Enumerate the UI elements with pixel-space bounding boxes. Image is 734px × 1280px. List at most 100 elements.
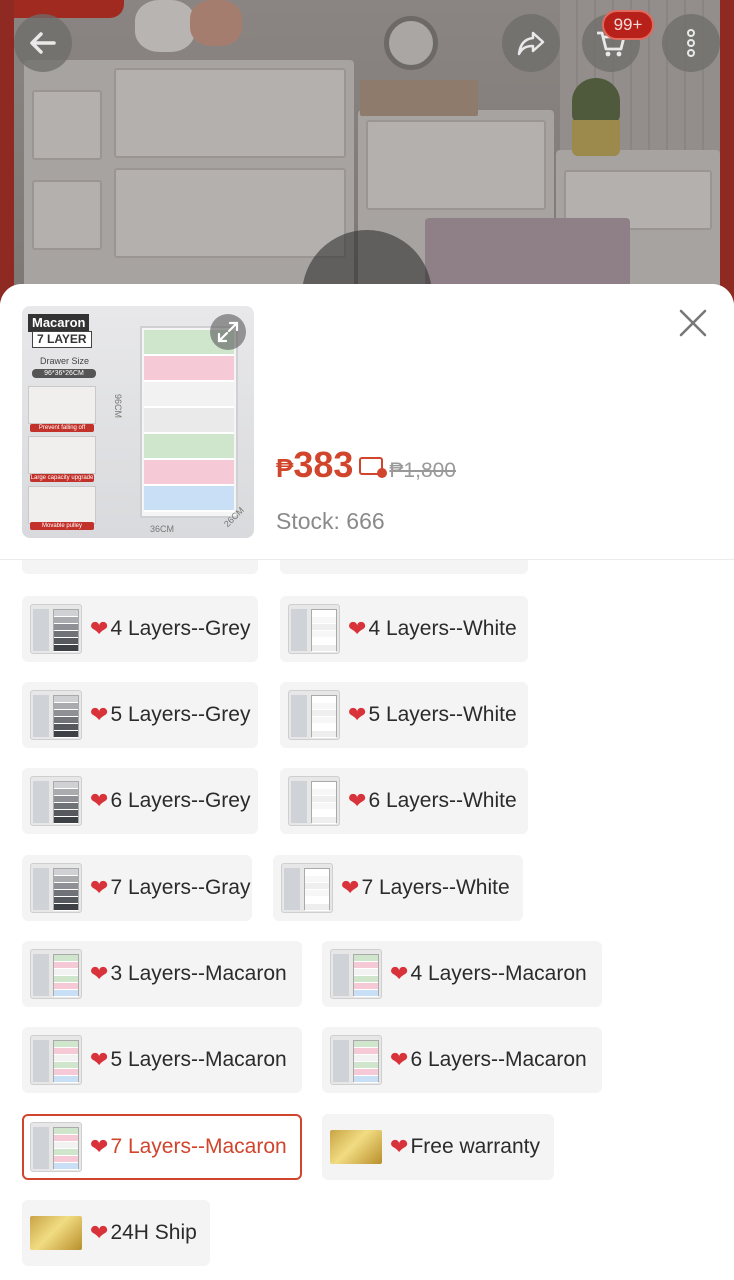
heart-icon: ❤ <box>90 616 109 641</box>
banner-edge-left <box>0 0 14 320</box>
sheet-header: Macaron 7 LAYER Drawer Size 96*36*26CM P… <box>0 284 734 560</box>
option-thumbnail <box>288 776 340 826</box>
heart-icon: ❤ <box>341 875 360 900</box>
stock-count: Stock: 666 <box>276 508 385 534</box>
heart-icon: ❤ <box>348 788 367 813</box>
option-chip[interactable]: ❤ 4 Layers--White <box>280 596 528 662</box>
back-button[interactable] <box>14 14 72 72</box>
heart-icon: ❤ <box>348 616 367 641</box>
option-thumbnail <box>30 949 82 999</box>
option-chip[interactable]: ❤ 3 Layers--Macaron <box>22 941 302 1007</box>
option-thumbnail <box>288 604 340 654</box>
close-button[interactable] <box>676 306 710 340</box>
option-chip[interactable]: ❤ Free warranty <box>322 1114 554 1180</box>
option-label: 5 Layers--Grey <box>110 703 251 726</box>
option-thumbnail <box>281 863 333 913</box>
option-label: 6 Layers--White <box>368 789 517 812</box>
option-label: 3 Layers--Macaron <box>110 962 287 985</box>
more-vertical-icon <box>687 29 695 57</box>
expand-image-button[interactable] <box>210 314 246 350</box>
option-chip[interactable]: ❤ 4 Layers--Grey <box>22 596 258 662</box>
option-label: 4 Layers--Grey <box>110 617 251 640</box>
option-chip[interactable]: ❤ 7 Layers--Gray <box>22 855 252 921</box>
drawer-tower <box>140 326 238 518</box>
plant-pot <box>572 120 620 156</box>
arrow-left-icon <box>30 32 56 54</box>
option-chip[interactable]: ❤ 6 Layers--Macaron <box>322 1027 602 1093</box>
heart-icon: ❤ <box>90 875 109 900</box>
coupon-icon <box>359 457 388 478</box>
option-label: 6 Layers--Grey <box>110 789 251 812</box>
cart-count-badge: 99+ <box>602 10 654 40</box>
feature-image <box>28 486 96 524</box>
plush-toy <box>135 0 195 52</box>
plant <box>572 78 620 124</box>
share-button[interactable] <box>502 14 560 72</box>
variant-selection-sheet: Macaron 7 LAYER Drawer Size 96*36*26CM P… <box>0 284 734 1280</box>
heart-icon: ❤ <box>90 1047 109 1072</box>
heart-icon: ❤ <box>390 1134 409 1159</box>
image-label-layers: 7 LAYER <box>32 331 92 348</box>
option-thumbnail <box>30 690 82 740</box>
option-thumbnail <box>330 1035 382 1085</box>
dimension-width: 36CM <box>150 524 175 534</box>
dimension-height: 96CM <box>113 393 124 419</box>
heart-icon: ❤ <box>390 1047 409 1072</box>
option-thumbnail <box>30 1122 82 1172</box>
heart-icon: ❤ <box>90 788 109 813</box>
heart-icon: ❤ <box>348 702 367 727</box>
feature-tag: Prevent falling off <box>30 424 94 432</box>
option-chip[interactable]: ❤ 7 Layers--Macaron <box>22 1114 302 1180</box>
option-thumbnail <box>30 604 82 654</box>
feature-tag: Large capacity upgrade <box>30 474 94 482</box>
option-chip[interactable]: ❤ 7 Layers--White <box>273 855 523 921</box>
plush-toy <box>190 0 242 46</box>
feature-image <box>28 436 96 474</box>
more-options-button[interactable] <box>662 14 720 72</box>
price-row: ₱ 383 ₱1,800 <box>276 444 456 494</box>
option-thumbnail <box>330 949 382 999</box>
option-chip[interactable]: ❤ 5 Layers--White <box>280 682 528 748</box>
option-label: 7 Layers--Gray <box>110 876 251 899</box>
option-thumbnail <box>30 776 82 826</box>
option-thumbnail <box>288 690 340 740</box>
option-label: 4 Layers--Macaron <box>410 962 587 985</box>
option-thumbnail <box>30 1216 82 1250</box>
option-chip[interactable]: ❤ 4 Layers--Macaron <box>322 941 602 1007</box>
option-thumbnail <box>30 863 82 913</box>
heart-icon: ❤ <box>90 1134 109 1159</box>
option-thumbnail <box>30 1035 82 1085</box>
share-icon <box>517 31 545 56</box>
option-label: 5 Layers--White <box>368 703 517 726</box>
feature-tag: Movable pulley <box>30 522 94 530</box>
heart-icon: ❤ <box>90 702 109 727</box>
option-label: 5 Layers--Macaron <box>110 1048 287 1071</box>
books <box>360 80 478 116</box>
price-current: 383 <box>293 444 354 485</box>
promo-banner <box>14 0 124 18</box>
option-chip[interactable]: ❤ 5 Layers--Grey <box>22 682 258 748</box>
expand-icon <box>217 321 239 343</box>
selected-variant-image[interactable]: Macaron 7 LAYER Drawer Size 96*36*26CM P… <box>22 306 254 538</box>
option-chip[interactable]: ❤ 6 Layers--Grey <box>22 768 258 834</box>
option-chip[interactable]: ❤ 5 Layers--Macaron <box>22 1027 302 1093</box>
heart-icon: ❤ <box>90 961 109 986</box>
option-label: 24H Ship <box>110 1221 197 1244</box>
option-chip[interactable]: ❤ 6 Layers--White <box>280 768 528 834</box>
price-original: ₱1,800 <box>389 459 456 482</box>
image-label-brand: Macaron <box>28 314 90 332</box>
option-label: 6 Layers--Macaron <box>410 1048 587 1071</box>
price-currency: ₱ <box>276 453 294 483</box>
heart-icon: ❤ <box>90 1220 109 1245</box>
image-label-size-title: Drawer Size <box>40 356 90 366</box>
alarm-clock <box>384 16 438 70</box>
option-chip[interactable]: ❤ 24H Ship <box>22 1200 210 1266</box>
option-label: 7 Layers--White <box>361 876 510 899</box>
feature-image <box>28 386 96 424</box>
option-label: Free warranty <box>410 1135 540 1158</box>
close-icon <box>679 309 707 337</box>
option-label: 7 Layers--Macaron <box>110 1135 287 1158</box>
banner-edge-right <box>720 0 734 320</box>
option-label: 4 Layers--White <box>368 617 517 640</box>
open-drawer <box>425 218 630 288</box>
